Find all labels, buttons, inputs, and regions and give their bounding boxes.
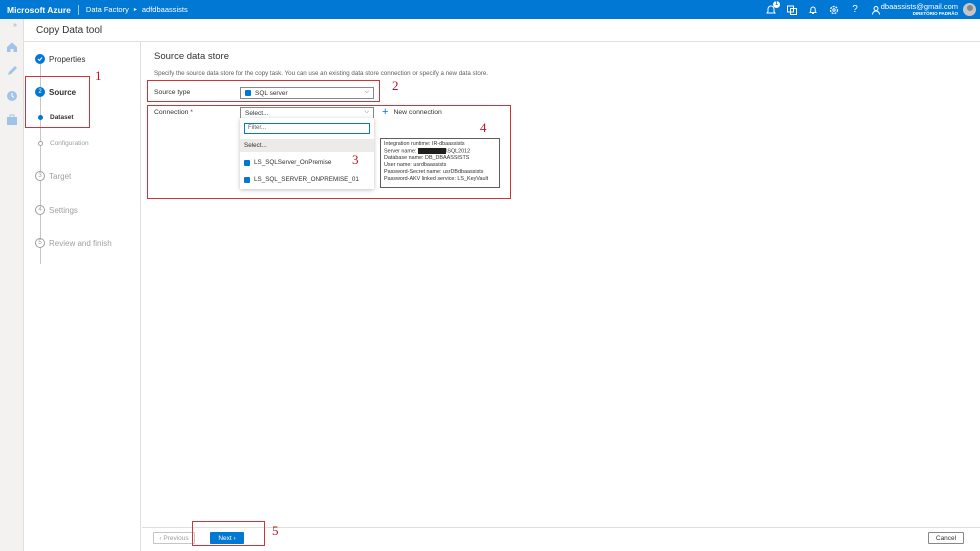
substep-configuration: Configuration (38, 140, 89, 147)
callout-number-2: 2 (392, 78, 399, 93)
check-icon (35, 54, 45, 64)
section-title: Source data store (154, 51, 229, 62)
left-nav: » (0, 19, 24, 551)
step-label: Settings (49, 205, 78, 215)
step-properties[interactable]: Properties (35, 54, 85, 64)
settings-icon[interactable] (828, 4, 840, 16)
callout-box-5 (192, 521, 265, 546)
expand-nav-icon[interactable]: » (13, 22, 17, 29)
wizard-footer: ‹ Previous Next › Cancel (142, 527, 980, 551)
substep-dot (38, 141, 43, 146)
step-review: 5 Review and finish (35, 238, 112, 248)
step-label: Target (49, 171, 72, 181)
avatar[interactable] (963, 3, 976, 16)
notification-count-badge: 1 (773, 0, 780, 8)
monitor-icon[interactable] (5, 89, 19, 103)
author-pencil-icon[interactable] (5, 64, 19, 78)
callout-number-5: 5 (272, 523, 279, 538)
brand-divider (77, 4, 79, 15)
callout-number-1: 1 (95, 68, 102, 83)
previous-button[interactable]: ‹ Previous (153, 532, 195, 544)
brand-link[interactable]: Microsoft Azure (0, 5, 71, 15)
manage-toolbox-icon[interactable] (5, 113, 19, 127)
substep-label: Configuration (50, 140, 89, 147)
breadcrumb-factory[interactable]: adfdbaassists (142, 5, 188, 14)
bell-icon[interactable] (807, 4, 819, 16)
user-directory: DIRETÓRIO PADRÃO (912, 11, 958, 16)
step-label: Review and finish (49, 238, 112, 248)
step-number: 5 (35, 238, 45, 248)
callout-box-2 (147, 80, 380, 102)
user-email: dbaassists@gmail.com (880, 2, 958, 11)
top-bar: Microsoft Azure Data Factory ▸ adfdbaass… (0, 0, 980, 19)
callout-box-1 (25, 76, 90, 128)
breadcrumb-service[interactable]: Data Factory (86, 5, 129, 14)
top-icon-group: 1 ? (765, 0, 882, 19)
section-description: Specify the source data store for the co… (154, 70, 488, 77)
callout-box-4 (147, 105, 511, 199)
home-icon[interactable] (5, 40, 19, 54)
callout-number-4: 4 (480, 120, 487, 135)
step-number: 3 (35, 171, 45, 181)
notifications-icon[interactable]: 1 (765, 0, 780, 16)
step-settings: 4 Settings (35, 205, 78, 215)
step-number: 4 (35, 205, 45, 215)
cancel-button[interactable]: Cancel (928, 532, 964, 544)
step-label: Properties (49, 54, 86, 64)
tool-header: Copy Data tool (24, 19, 980, 42)
account-menu[interactable]: dbaassists@gmail.com DIRETÓRIO PADRÃO (881, 2, 958, 17)
directory-switch-icon[interactable] (786, 4, 798, 16)
page-title: Copy Data tool (36, 25, 103, 36)
breadcrumb-arrow-icon: ▸ (133, 7, 137, 13)
step-target: 3 Target (35, 171, 71, 181)
help-icon[interactable]: ? (849, 4, 861, 16)
